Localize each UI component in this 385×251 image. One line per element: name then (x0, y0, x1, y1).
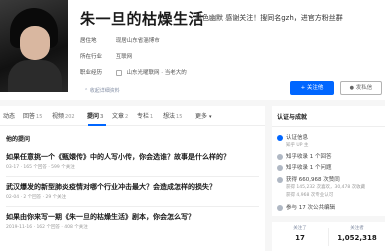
tab-columns[interactable]: 专栏1 (137, 111, 153, 120)
achievements-card: 认证与成就 认证信息 知乎 UP 主 知乎收录 1 个回答 知乎收录 1 个问题… (272, 106, 385, 216)
tab-questions[interactable]: 提问3 (87, 111, 104, 120)
info-value: 山东光曜联网 · 当老大的 (126, 70, 187, 76)
section-title: 他的提问 (6, 136, 31, 143)
info-key: 职业经历 (80, 70, 103, 76)
tab-more[interactable]: 更多 ▾ (195, 111, 211, 120)
company-icon (115, 69, 122, 76)
achievement-verified: 认证信息 (277, 133, 308, 141)
divider (6, 206, 259, 207)
question-meta: 2019-11-16 · 162 个回答 · 408 个关注 (6, 225, 88, 230)
message-button-label: 发私信 (355, 85, 373, 91)
question-meta: 02-04 · 2 个回答 · 29 个关注 (6, 195, 67, 200)
followers-label: 关注者 (350, 226, 364, 231)
active-tab-indicator (88, 124, 106, 126)
achievement-collected-answer[interactable]: 知乎收录 1 个回答 (277, 152, 332, 160)
info-key: 居住地 (80, 38, 97, 44)
tab-answers[interactable]: 回答15 (23, 111, 42, 120)
profile-header: 朱一旦的枯燥生活 黑色幽默 感谢关注！搜同名gzh，进官方粉丝群 居住地 现居山… (0, 0, 385, 100)
chevron-down-icon: ▾ (208, 114, 212, 120)
collapse-details-label: 收起详细资料 (89, 88, 120, 94)
divider (6, 176, 259, 177)
following-label: 关注了 (293, 226, 307, 231)
content-panel: 动态 回答15 视频202 提问3 文章2 专栏1 想法15 更多 ▾ 他的提问… (0, 106, 265, 251)
tab-activity[interactable]: 动态 (3, 111, 16, 120)
message-button[interactable]: ● 发私信 (340, 81, 382, 95)
achievements-title: 认证与成就 (277, 114, 308, 121)
collapse-details-link[interactable]: ⌃ 收起详细资料 (84, 87, 120, 94)
following-count: 17 (295, 234, 305, 242)
chat-icon: ● (349, 85, 355, 91)
profile-tabs: 动态 回答15 视频202 提问3 文章2 专栏1 想法15 更多 ▾ (0, 106, 265, 126)
question-title[interactable]: 武汉爆发的新型肺炎疫情对哪个行业冲击最大？会造成怎样的损失？ (6, 182, 216, 192)
follow-button[interactable]: + 关注他 (290, 81, 334, 95)
info-row-career: 职业经历 山东光曜联网 · 当老大的 (80, 68, 187, 76)
follow-stats: 关注了 17 关注者 1,052,318 (272, 222, 385, 251)
question-title[interactable]: 如果由你来写一期《朱一旦的枯燥生活》剧本，你会怎么写？ (6, 212, 195, 222)
achievement-sub: 获得 4,968 次专业认可 (286, 193, 334, 198)
verified-icon (277, 134, 283, 141)
achievement-sub: 知乎 UP 主 (286, 143, 309, 148)
tab-thoughts[interactable]: 想法15 (163, 111, 182, 120)
achievement-likes: 获得 660,968 次赞同 (277, 175, 340, 183)
info-value: 互联网 (115, 54, 133, 60)
collection-icon (277, 153, 283, 160)
achievement-sub: 获得 145,232 次喜欢，30,478 次收藏 (286, 185, 366, 190)
followers-count: 1,052,318 (337, 234, 377, 242)
achievement-collected-question[interactable]: 知乎收录 1 个问题 (277, 163, 332, 171)
info-row-industry: 所在行业 互联网 (80, 52, 132, 60)
achievement-edits[interactable]: 参与 17 次公共编辑 (277, 203, 335, 211)
info-row-location: 居住地 现居山东省淄博市 (80, 36, 160, 44)
followers-stat[interactable]: 关注者 1,052,318 (329, 225, 385, 242)
edit-icon (277, 204, 283, 211)
tab-videos[interactable]: 视频202 (52, 111, 75, 120)
tab-articles[interactable]: 文章2 (112, 111, 128, 120)
question-meta: 03-17 · 165 个回答 · 599 个关注 (6, 165, 75, 170)
avatar[interactable] (0, 0, 68, 92)
profile-headline: 黑色幽默 感谢关注！搜同名gzh，进官方粉丝群 (195, 14, 343, 22)
chevron-up-icon: ⌃ (84, 88, 89, 94)
info-value: 现居山东省淄博市 (115, 38, 160, 44)
profile-name: 朱一旦的枯燥生活 (80, 10, 205, 28)
following-stat[interactable]: 关注了 17 (272, 225, 328, 242)
like-icon (277, 176, 283, 183)
collection-icon (277, 164, 283, 171)
question-title[interactable]: 如果任意挑一个《甄嬛传》中的人写小传，你会选谁？故事是什么样的？ (6, 152, 230, 162)
divider (272, 126, 385, 127)
info-key: 所在行业 (80, 54, 103, 60)
